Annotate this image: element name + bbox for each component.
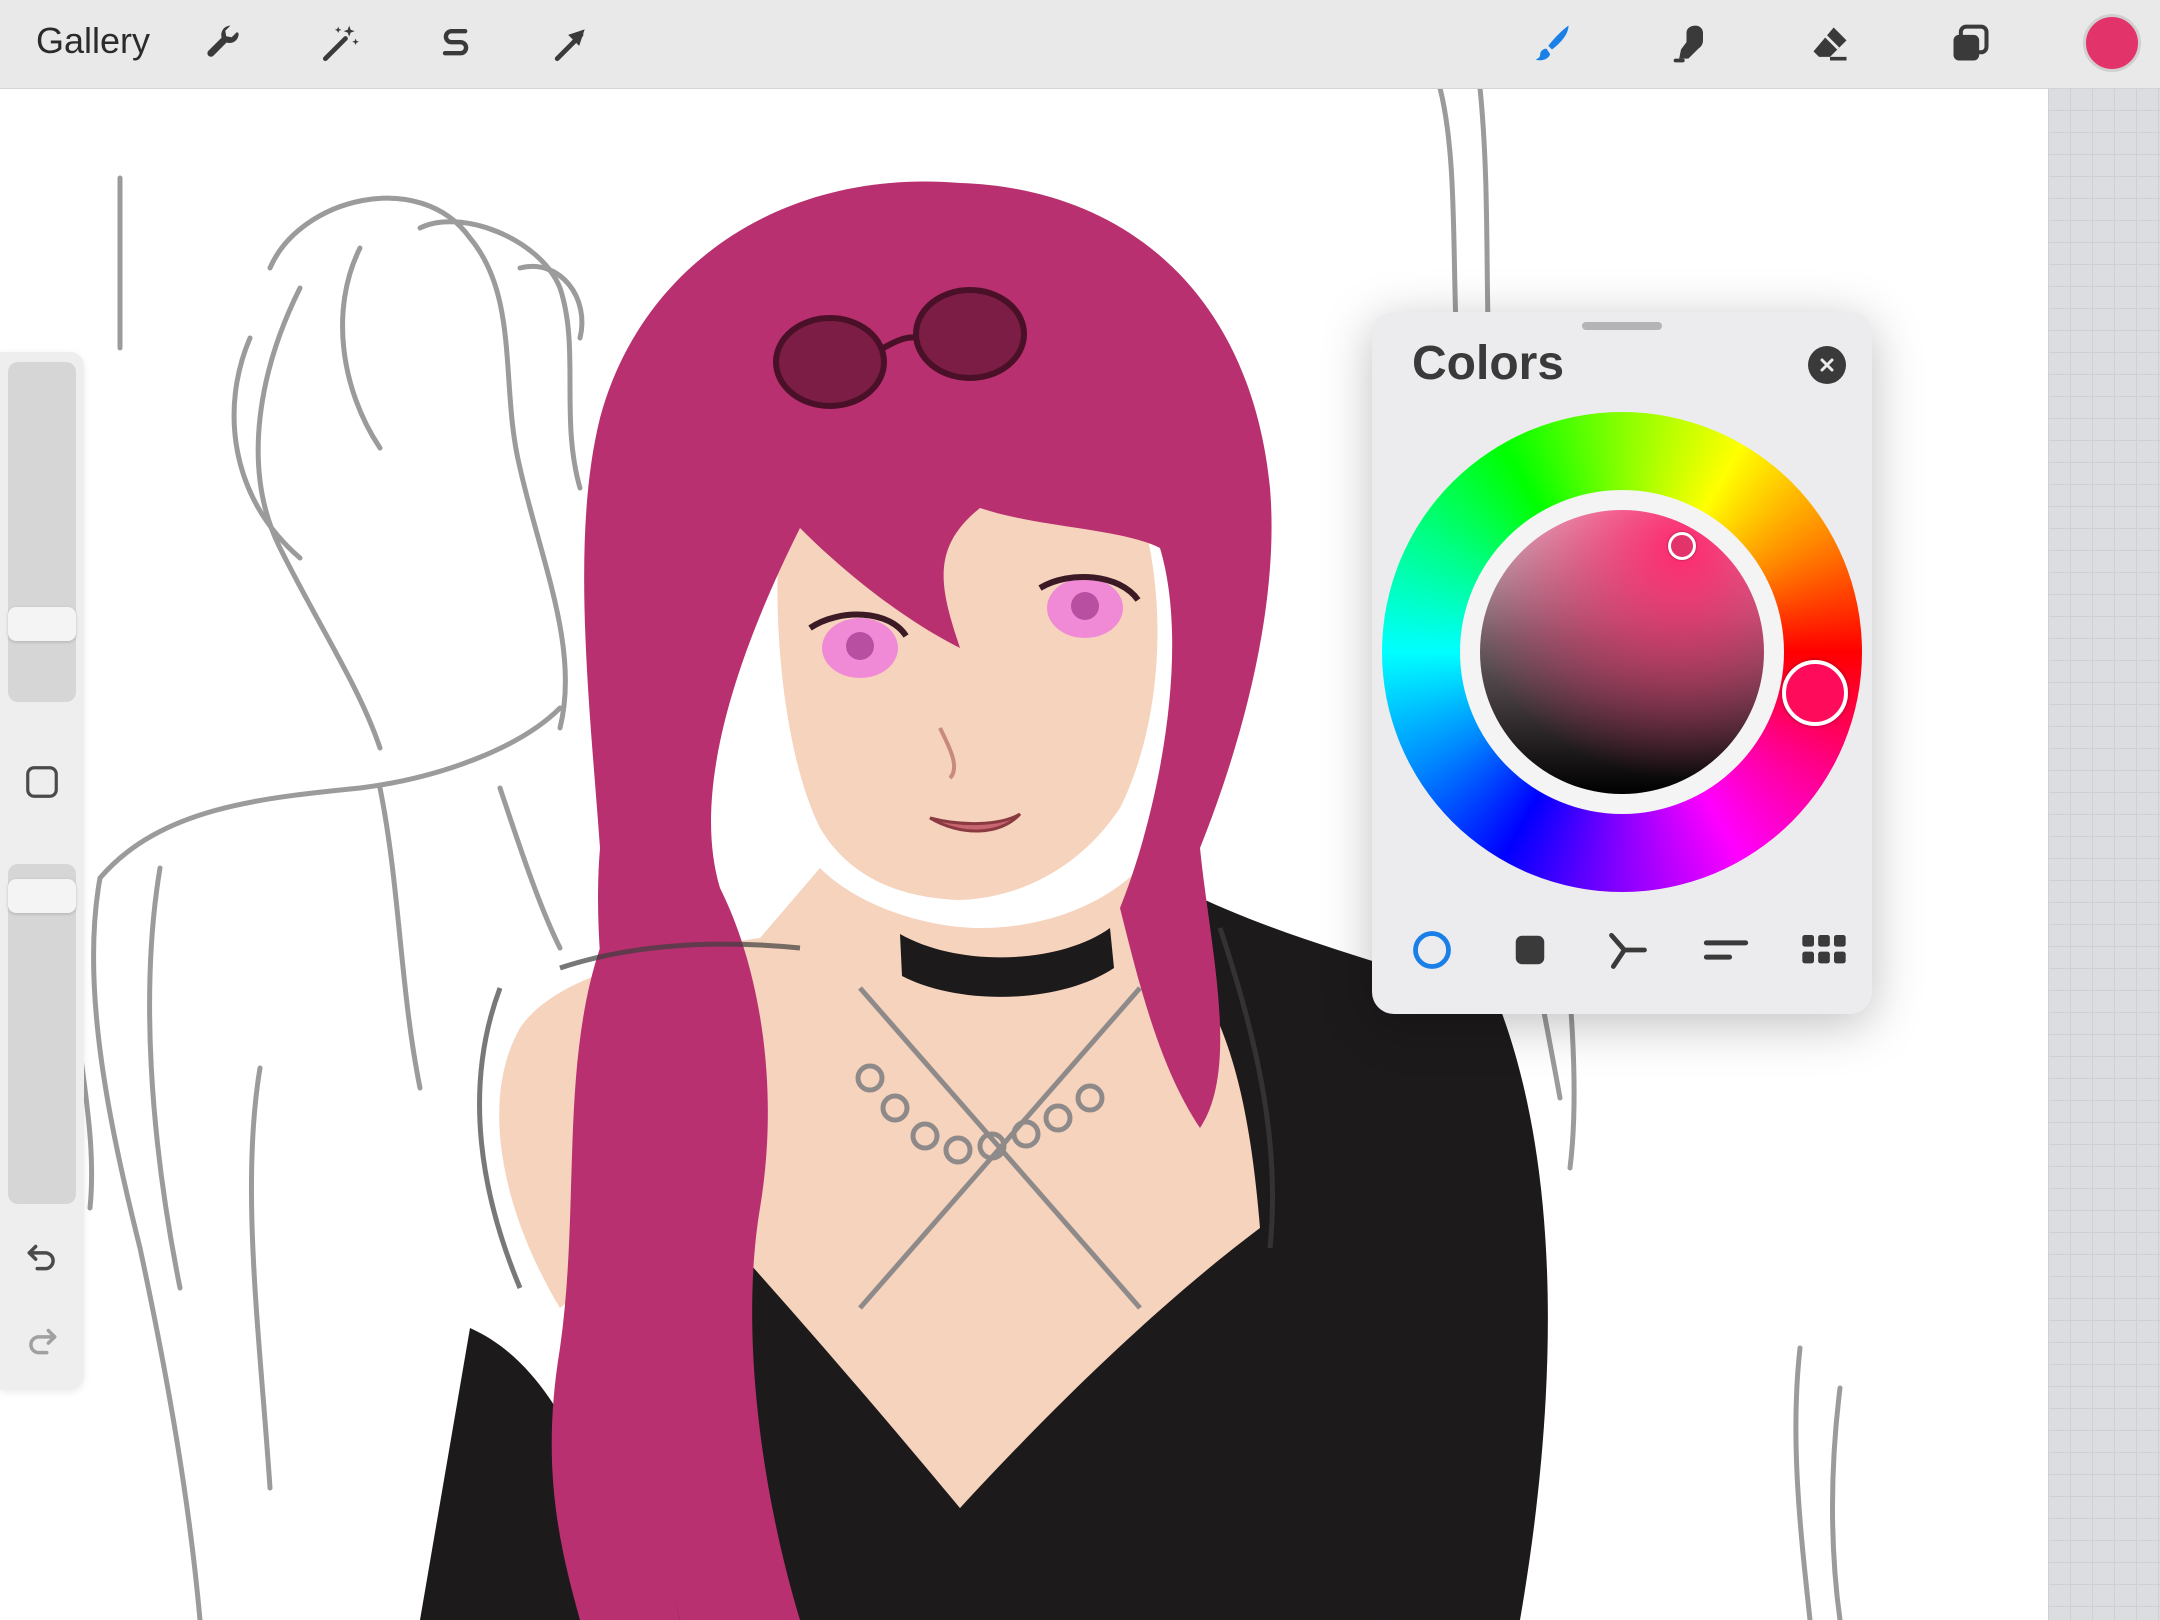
left-sidebar	[0, 352, 84, 1390]
eraser-icon	[1813, 27, 1847, 61]
brush-size-handle[interactable]	[8, 606, 76, 641]
adjustments-button[interactable]	[310, 14, 370, 74]
tab-classic[interactable]	[1498, 926, 1562, 974]
smudge-tool-button[interactable]	[1662, 14, 1722, 74]
brush-opacity-slider[interactable]	[8, 864, 76, 1204]
filled-square-icon	[1515, 935, 1545, 965]
close-x-icon	[1820, 358, 1834, 372]
circle-ring-icon	[1413, 931, 1451, 969]
gallery-button[interactable]: Gallery	[36, 20, 150, 62]
modify-button[interactable]	[18, 758, 66, 806]
undo-arrow-icon	[27, 1244, 55, 1271]
layers-button[interactable]	[1940, 14, 2000, 74]
wrench-icon	[207, 25, 239, 57]
harmony-branch-icon	[1609, 932, 1647, 969]
tab-palettes[interactable]	[1792, 926, 1856, 974]
panel-title: Colors	[1412, 337, 1565, 390]
tab-value[interactable]	[1694, 926, 1758, 974]
panel-grabber[interactable]	[1582, 322, 1662, 330]
selection-s-icon	[442, 28, 469, 56]
brush-size-slider[interactable]	[8, 362, 76, 702]
layers-icon	[1953, 24, 1989, 61]
hue-knob[interactable]	[1782, 660, 1848, 726]
saturation-knob[interactable]	[1668, 532, 1696, 560]
selection-button[interactable]	[426, 14, 486, 74]
colors-panel: Colors	[1372, 312, 1872, 1014]
brush-tool-button[interactable]	[1522, 14, 1582, 74]
arrow-cursor-icon	[554, 29, 585, 62]
sliders-lines-icon	[1703, 940, 1749, 960]
smudge-finger-icon	[1673, 25, 1703, 63]
undo-button[interactable]	[18, 1232, 66, 1280]
redo-button[interactable]	[18, 1316, 66, 1364]
tab-disc[interactable]	[1400, 926, 1464, 974]
saturation-brightness-disc[interactable]	[1480, 510, 1764, 794]
brush-icon	[1535, 25, 1569, 61]
tab-harmony[interactable]	[1596, 926, 1660, 974]
top-toolbar: Gallery	[0, 0, 2160, 89]
actions-button[interactable]	[194, 14, 254, 74]
magic-wand-icon	[322, 25, 359, 62]
brush-opacity-handle[interactable]	[8, 879, 76, 914]
redo-arrow-icon	[29, 1328, 57, 1355]
square-outline-icon	[26, 766, 58, 798]
transform-button[interactable]	[540, 14, 600, 74]
close-panel-button[interactable]	[1808, 346, 1846, 384]
right-gutter	[2048, 88, 2160, 1620]
current-color-button[interactable]	[2083, 14, 2141, 72]
eraser-tool-button[interactable]	[1800, 14, 1860, 74]
grid-dots-icon	[1802, 935, 1846, 964]
